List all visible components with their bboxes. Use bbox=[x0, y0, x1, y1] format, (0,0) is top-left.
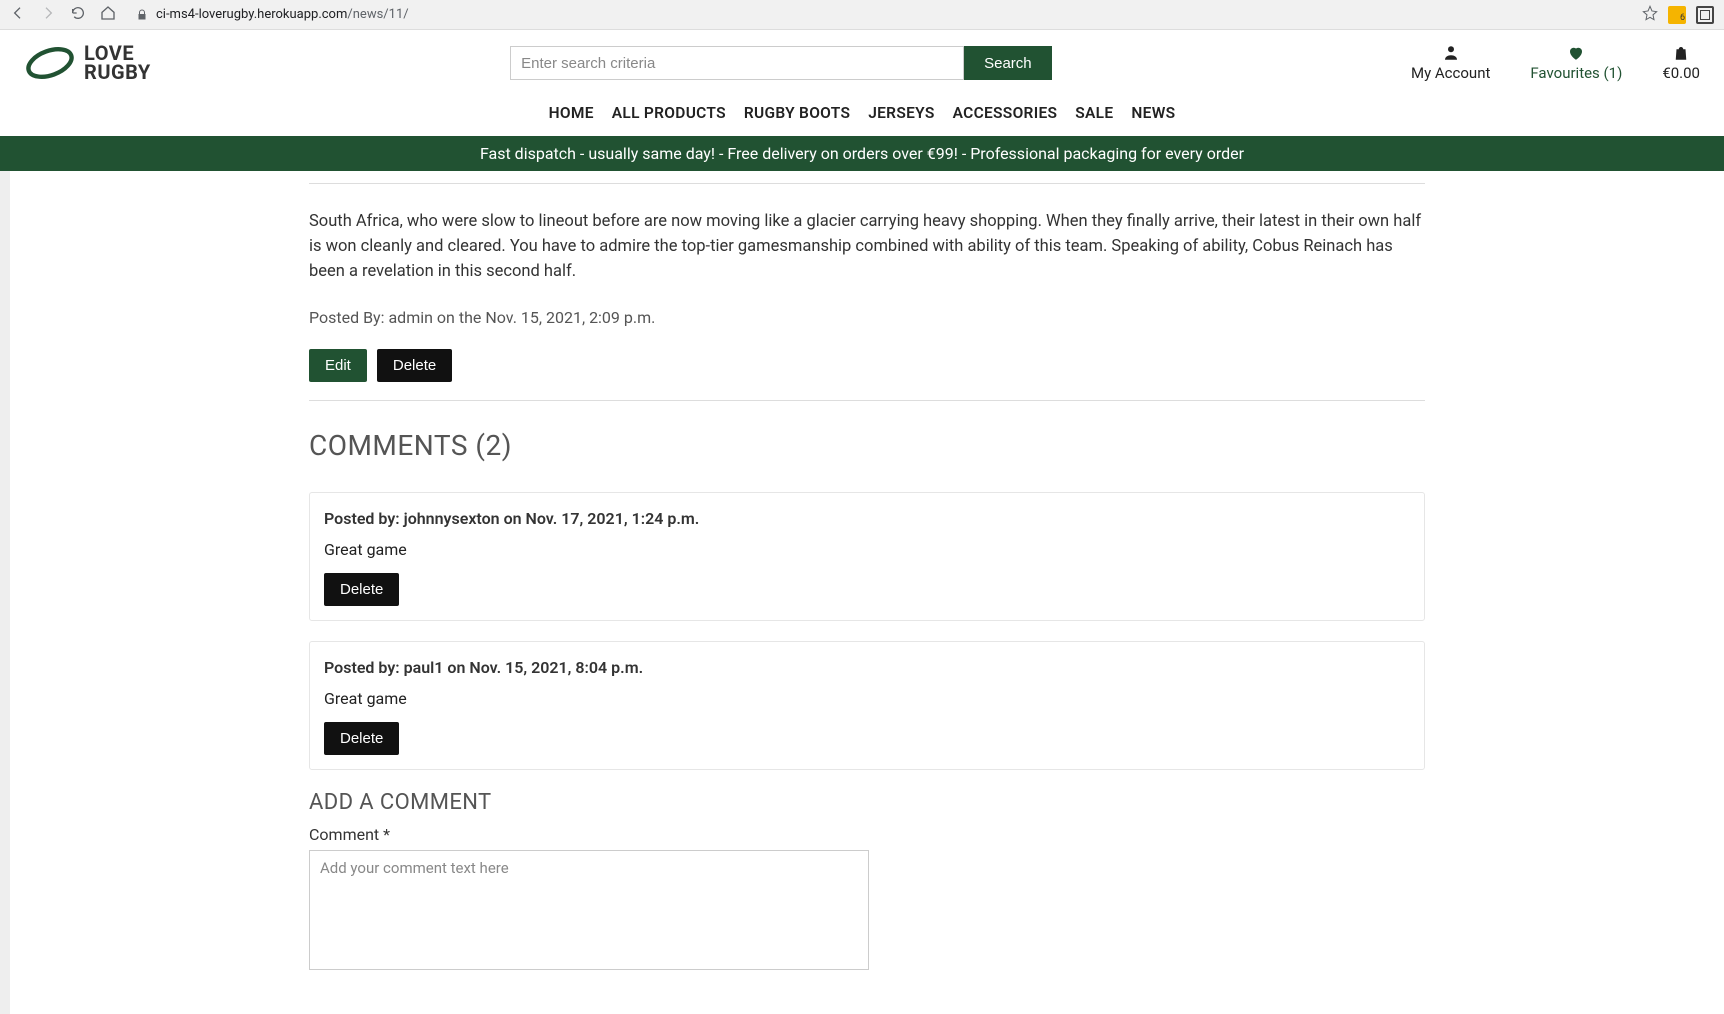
search-form: Search bbox=[510, 46, 1052, 80]
comment-text: Great game bbox=[324, 689, 1410, 708]
star-icon[interactable] bbox=[1642, 5, 1658, 25]
edit-button[interactable]: Edit bbox=[309, 349, 367, 382]
delete-article-button[interactable]: Delete bbox=[377, 349, 452, 382]
article-body: South Africa, who were slow to lineout b… bbox=[309, 210, 1425, 284]
comment-card: Posted by: paul1 on Nov. 15, 2021, 8:04 … bbox=[309, 641, 1425, 770]
favourites-link[interactable]: Favourites (1) bbox=[1530, 44, 1622, 82]
comment-textarea[interactable] bbox=[309, 850, 869, 970]
delete-comment-button[interactable]: Delete bbox=[324, 722, 399, 755]
user-icon bbox=[1442, 44, 1460, 62]
cart-total: €0.00 bbox=[1662, 64, 1700, 82]
nav-sale[interactable]: SALE bbox=[1075, 104, 1113, 122]
side-sliver bbox=[0, 171, 10, 1014]
nav-accessories[interactable]: ACCESSORIES bbox=[953, 104, 1058, 122]
back-icon[interactable] bbox=[10, 5, 26, 25]
comment-card: Posted by: johnnysexton on Nov. 17, 2021… bbox=[309, 492, 1425, 621]
extension2-icon[interactable] bbox=[1696, 6, 1714, 24]
rugby-ball-icon bbox=[24, 45, 76, 81]
main-nav: HOME ALL PRODUCTS RUGBY BOOTS JERSEYS AC… bbox=[0, 86, 1724, 136]
forward-icon[interactable] bbox=[40, 5, 56, 25]
delete-comment-button[interactable]: Delete bbox=[324, 573, 399, 606]
nav-all-products[interactable]: ALL PRODUCTS bbox=[612, 104, 726, 122]
address-bar[interactable]: ci-ms4-loverugby.herokuapp.com/news/11/ bbox=[130, 7, 1628, 22]
divider bbox=[309, 400, 1425, 401]
reload-icon[interactable] bbox=[70, 5, 86, 25]
my-account-label: My Account bbox=[1411, 64, 1490, 82]
divider bbox=[309, 183, 1425, 184]
logo[interactable]: LOVE RUGBY bbox=[24, 44, 151, 82]
search-button[interactable]: Search bbox=[964, 46, 1052, 80]
home-icon[interactable] bbox=[100, 5, 116, 25]
comment-meta: Posted by: johnnysexton on Nov. 17, 2021… bbox=[324, 509, 1410, 528]
logo-text: LOVE RUGBY bbox=[84, 44, 151, 82]
site-header: LOVE RUGBY Search My Account Favourites … bbox=[0, 30, 1724, 86]
comment-field-label: Comment * bbox=[309, 825, 1425, 844]
nav-news[interactable]: NEWS bbox=[1131, 104, 1175, 122]
promo-banner: Fast dispatch - usually same day! - Free… bbox=[0, 136, 1724, 171]
lock-icon bbox=[136, 9, 148, 21]
comment-text: Great game bbox=[324, 540, 1410, 559]
favourites-label: Favourites (1) bbox=[1530, 64, 1622, 82]
cart-link[interactable]: €0.00 bbox=[1662, 44, 1700, 82]
comments-heading: COMMENTS (2) bbox=[309, 429, 1425, 462]
search-input[interactable] bbox=[510, 46, 964, 80]
comment-meta: Posted by: paul1 on Nov. 15, 2021, 8:04 … bbox=[324, 658, 1410, 677]
browser-toolbar: ci-ms4-loverugby.herokuapp.com/news/11/ … bbox=[0, 0, 1724, 30]
nav-jerseys[interactable]: JERSEYS bbox=[868, 104, 934, 122]
article-meta: Posted By: admin on the Nov. 15, 2021, 2… bbox=[309, 308, 1425, 327]
url-text: ci-ms4-loverugby.herokuapp.com/news/11/ bbox=[156, 7, 409, 22]
extension-icon[interactable]: 6 bbox=[1668, 6, 1686, 24]
nav-rugby-boots[interactable]: RUGBY BOOTS bbox=[744, 104, 850, 122]
heart-icon bbox=[1567, 44, 1585, 62]
my-account-link[interactable]: My Account bbox=[1411, 44, 1490, 82]
bag-icon bbox=[1672, 44, 1690, 62]
nav-home[interactable]: HOME bbox=[549, 104, 594, 122]
add-comment-heading: ADD A COMMENT bbox=[309, 790, 1425, 815]
